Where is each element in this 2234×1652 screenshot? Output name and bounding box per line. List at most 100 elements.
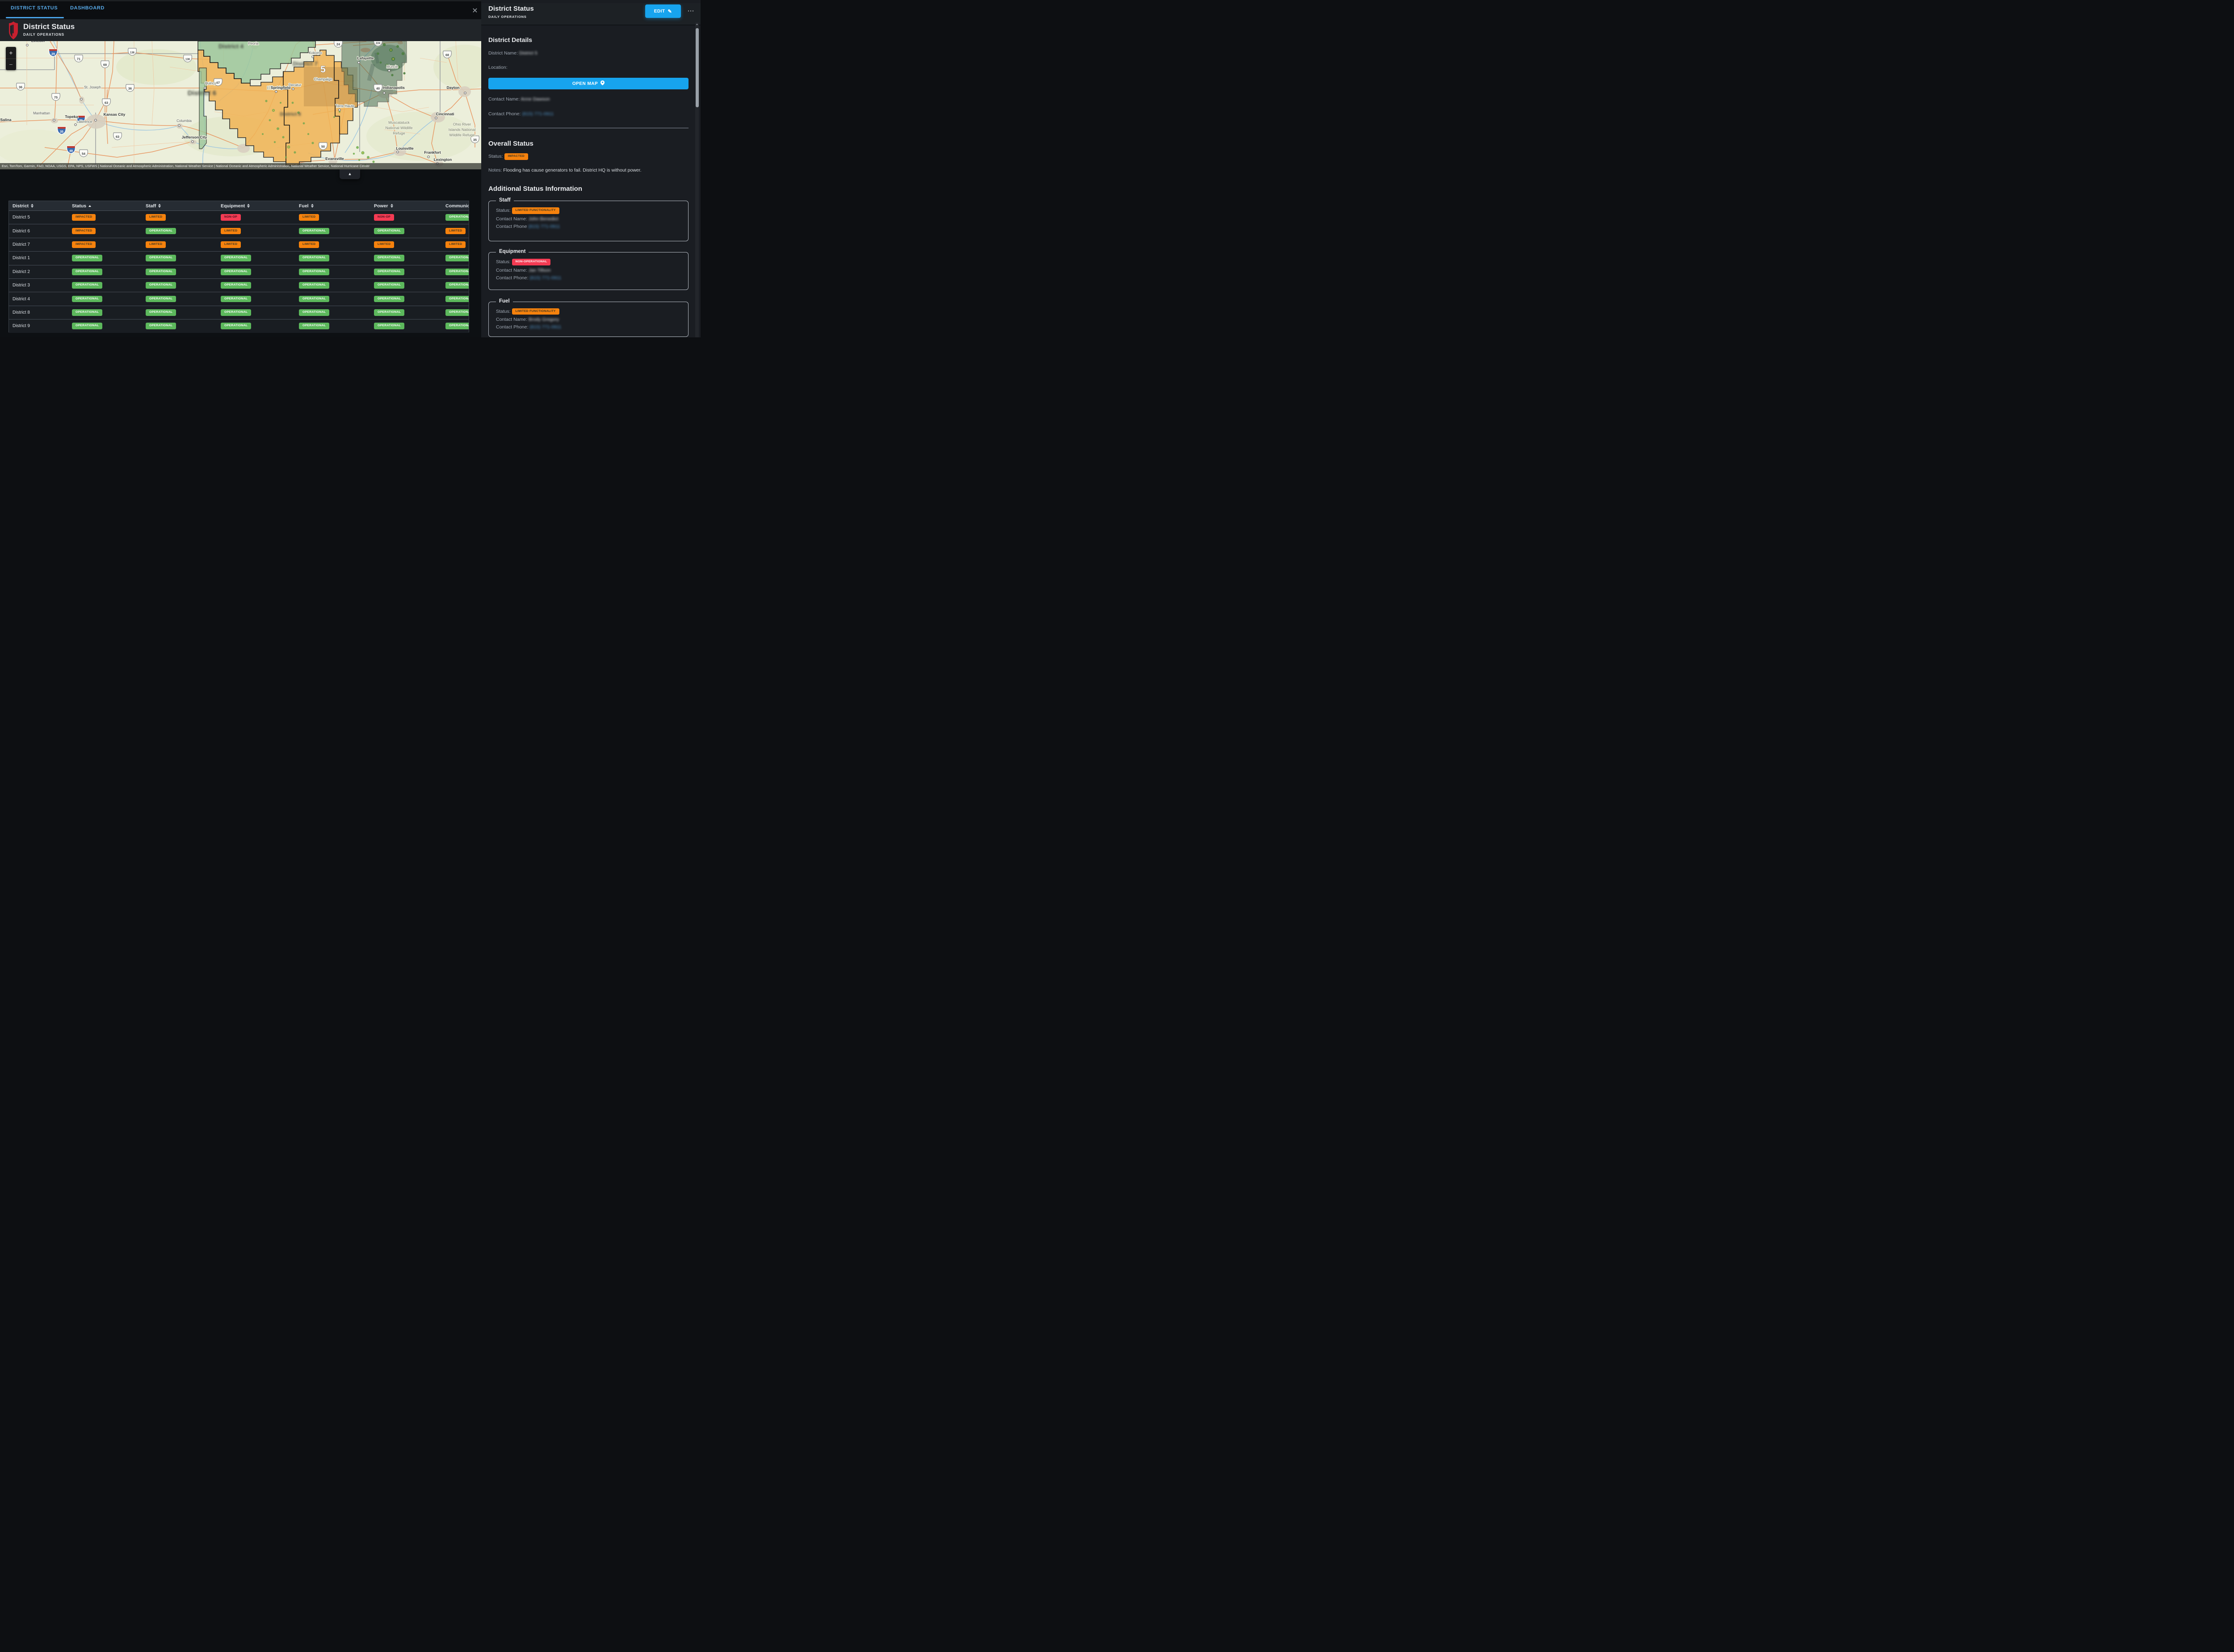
staff-cell: LIMITED bbox=[142, 214, 217, 221]
staff-cell: OPERATIONAL bbox=[142, 255, 217, 261]
column-header-equipment[interactable]: Equipment bbox=[217, 203, 295, 209]
contact-phone-row: Contact Phone: (815) 771-0911 bbox=[488, 111, 689, 117]
equipment-cell: OPERATIONAL bbox=[217, 255, 295, 261]
city-label-decatur: Decatur bbox=[289, 83, 301, 87]
table-row[interactable]: District 6IMPACTEDOPERATIONALLIMITEDOPER… bbox=[9, 224, 469, 238]
table-row[interactable]: District 7IMPACTEDLIMITEDLIMITEDLIMITEDL… bbox=[9, 238, 469, 252]
column-header-staff[interactable]: Staff bbox=[142, 203, 217, 209]
column-header-district[interactable]: District bbox=[9, 203, 68, 209]
table-row[interactable]: District 2OPERATIONALOPERATIONALOPERATIO… bbox=[9, 265, 469, 279]
zoom-in-button[interactable]: + bbox=[6, 47, 16, 59]
table-header-row: DistrictStatusStaffEquipmentFuelPowerCom… bbox=[9, 201, 469, 211]
status-badge: OPERATIONAL bbox=[299, 323, 329, 329]
zoom-out-button[interactable]: − bbox=[6, 59, 16, 71]
district-table: DistrictStatusStaffEquipmentFuelPowerCom… bbox=[8, 201, 469, 332]
tab-dashboard[interactable]: DASHBOARD bbox=[70, 5, 105, 11]
edit-button[interactable]: EDIT ✎ bbox=[645, 4, 681, 18]
status-badge: OPERATIONAL bbox=[374, 228, 404, 235]
fuel-status-badge: LIMITED FUNCTIONALITY bbox=[512, 308, 559, 315]
district-map[interactable]: 2971691361363636756770354963635424224406… bbox=[0, 41, 481, 169]
svg-text:63: 63 bbox=[116, 135, 119, 139]
fuel-section: Fuel Status: LIMITED FUNCTIONALITY Conta… bbox=[488, 302, 689, 337]
map-pin-icon bbox=[600, 80, 605, 87]
city-dot bbox=[95, 119, 97, 122]
city-dot bbox=[80, 98, 83, 101]
staff-section: Staff Status: LIMITED FUNCTIONALITY Cont… bbox=[488, 201, 689, 241]
city-label-terre-haute: Terre Haute bbox=[336, 104, 354, 108]
us-route-shield-69: 69 bbox=[101, 61, 109, 68]
area-label: Wildlife Refuge bbox=[449, 133, 475, 137]
fuel-cell: OPERATIONAL bbox=[295, 309, 370, 316]
status-badge: IMPACTED bbox=[72, 241, 96, 248]
communication-cell: OPERATIONAL bbox=[442, 269, 469, 275]
staff-phone-link[interactable]: (815) 771-0911 bbox=[528, 224, 560, 229]
panel-scrollbar-thumb[interactable] bbox=[696, 28, 699, 107]
status-badge: OPERATIONAL bbox=[221, 282, 251, 289]
equipment-cell: OPERATIONAL bbox=[217, 296, 295, 303]
table-row[interactable]: District 3 OPERATIONAL OPERATIONAL OPERATIO… bbox=[9, 279, 469, 292]
column-header-power[interactable]: Power bbox=[370, 203, 442, 209]
status-badge: OPERATIONAL bbox=[445, 296, 469, 303]
city-label-quincy: Quincy bbox=[205, 81, 216, 85]
details-panel: District Status DAILY OPERATIONS EDIT ✎ … bbox=[481, 0, 701, 337]
table-row[interactable]: District 9OPERATIONALOPERATIONALOPERATIO… bbox=[9, 319, 469, 332]
city-dot bbox=[435, 117, 437, 119]
district-cell: District 2 bbox=[9, 269, 68, 274]
fuel-phone-link[interactable]: (815) 771-0911 bbox=[529, 324, 561, 330]
status-badge: OPERATIONAL bbox=[72, 282, 102, 289]
close-icon[interactable]: ✕ bbox=[470, 6, 480, 16]
status-cell: OPERATIONAL bbox=[68, 282, 142, 289]
city-dot bbox=[275, 91, 277, 93]
status-badge: IMPACTED bbox=[72, 228, 96, 235]
column-header-communication[interactable]: Communication bbox=[442, 203, 469, 209]
district-5-marker[interactable]: 5 bbox=[320, 64, 326, 75]
status-badge: LIMITED bbox=[445, 228, 466, 235]
pencil-icon: ✎ bbox=[668, 8, 672, 14]
communication-cell: OPERATIONAL bbox=[442, 214, 469, 221]
table-row[interactable]: District 4OPERATIONALOPERATIONALOPERATIO… bbox=[9, 292, 469, 306]
overall-status-heading: Overall Status bbox=[488, 140, 689, 147]
city-label-manhattan: Manhattan bbox=[33, 111, 50, 115]
power-cell: LIMITED bbox=[370, 241, 442, 248]
city-label-lexington: Lexington bbox=[434, 157, 452, 162]
more-options-icon[interactable]: ⋯ bbox=[685, 7, 696, 17]
sort-icon bbox=[311, 204, 314, 208]
table-row[interactable]: District 8OPERATIONALOPERATIONALOPERATIO… bbox=[9, 306, 469, 319]
status-badge: OPERATIONAL bbox=[374, 296, 404, 303]
tab-district-status[interactable]: DISTRICT STATUS bbox=[11, 5, 58, 11]
district-details-heading: District Details bbox=[488, 36, 689, 43]
column-header-status[interactable]: Status bbox=[68, 203, 142, 209]
city-dot bbox=[26, 44, 29, 46]
svg-text:40: 40 bbox=[376, 87, 380, 91]
city-label-indianapolis: Indianapolis bbox=[382, 85, 405, 90]
open-map-button[interactable]: OPEN MAP bbox=[488, 78, 689, 89]
status-badge: OPERATIONAL bbox=[72, 255, 102, 261]
table-row[interactable]: District 1OPERATIONALOPERATIONALOPERATIO… bbox=[9, 252, 469, 265]
svg-text:24: 24 bbox=[336, 42, 340, 46]
fuel-cell: OPERATIONAL bbox=[295, 323, 370, 329]
table-row[interactable]: District 5IMPACTEDLIMITEDNON-OPLIMITEDNO… bbox=[9, 211, 469, 224]
city-dot bbox=[178, 125, 181, 127]
city-dot bbox=[192, 141, 194, 143]
contact-name-value: Anne Dawson bbox=[521, 97, 550, 102]
communication-cell: OPERATIONAL bbox=[442, 296, 469, 303]
communication-cell: OPERATIONAL bbox=[442, 282, 469, 289]
sort-icon bbox=[391, 204, 393, 208]
status-cell: OPERATIONAL bbox=[68, 269, 142, 275]
district-cell: District 3 bbox=[9, 283, 68, 288]
map-attribution: Esri, TomTom, Garmin, FAO, NOAA, USGS, E… bbox=[0, 163, 481, 169]
scroll-up-icon[interactable]: ▲ bbox=[695, 23, 699, 26]
status-badge: NON-OP bbox=[221, 214, 241, 221]
city-label-lawrence: Lawrence bbox=[77, 120, 92, 124]
contact-phone-link[interactable]: (815) 771-0911 bbox=[522, 111, 554, 117]
fuel-status-row: Status: LIMITED FUNCTIONALITY bbox=[496, 308, 683, 315]
staff-cell: OPERATIONAL bbox=[142, 282, 217, 289]
district-name-row: District Name: District 5 bbox=[488, 50, 689, 56]
collapse-map-button[interactable]: ▲ bbox=[340, 169, 360, 179]
equipment-phone-link[interactable]: (815) 771-0911 bbox=[529, 275, 561, 281]
city-dot bbox=[397, 151, 399, 153]
staff-status-badge: LIMITED FUNCTIONALITY bbox=[512, 207, 559, 214]
column-header-fuel[interactable]: Fuel bbox=[295, 203, 370, 209]
svg-text:224: 224 bbox=[376, 42, 381, 45]
brand-shield-logo bbox=[9, 21, 18, 42]
